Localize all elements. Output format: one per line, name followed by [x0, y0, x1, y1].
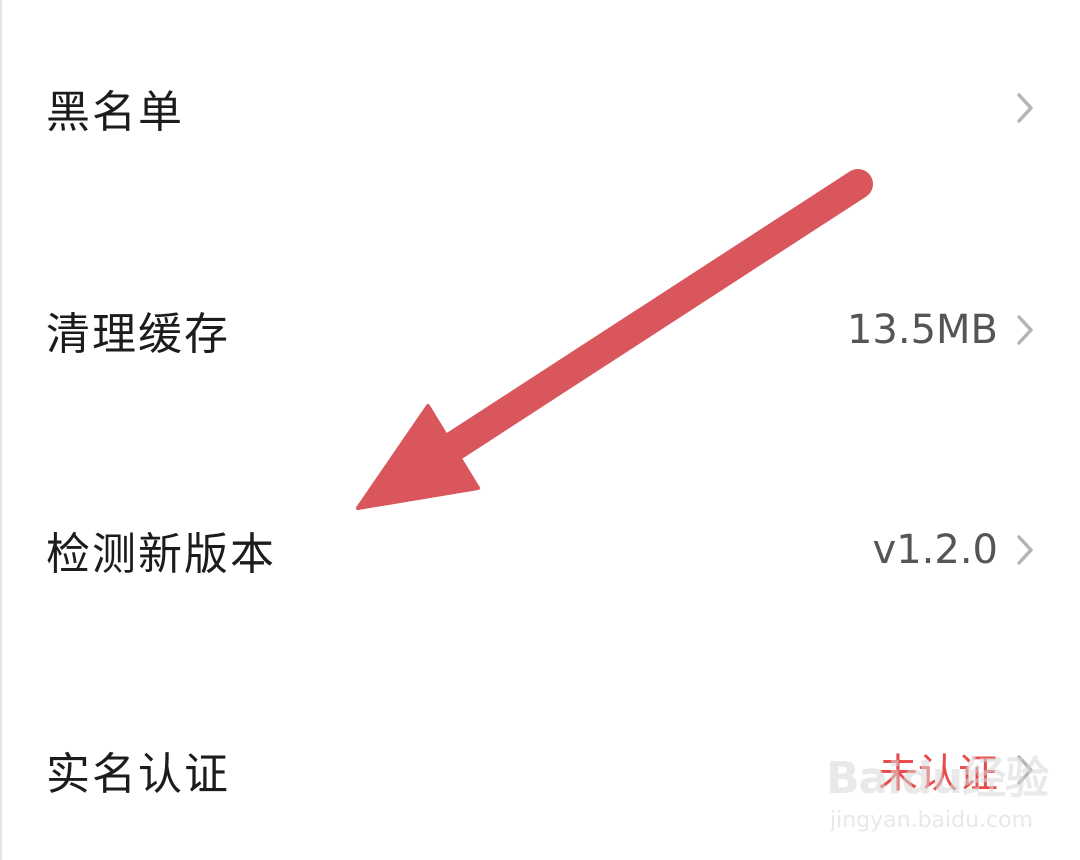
- version-value: v1.2.0: [872, 527, 998, 573]
- settings-screen: 黑名单 清理缓存 13.5MB 检测新版本 v1.2.0 实名认证 未认证 Ba…: [0, 0, 1080, 860]
- settings-item-clear-cache[interactable]: 清理缓存 13.5MB: [0, 280, 1080, 380]
- watermark-url: jingyan.baidu.com: [830, 808, 1034, 833]
- watermark-logo: Baidu经验: [826, 753, 1049, 804]
- chevron-right-icon: [1017, 535, 1033, 565]
- settings-item-label: 检测新版本: [46, 529, 276, 580]
- cache-size-value: 13.5MB: [846, 307, 998, 353]
- settings-item-label: 黑名单: [46, 87, 184, 138]
- settings-item-blacklist[interactable]: 黑名单: [0, 58, 1080, 158]
- settings-item-check-version[interactable]: 检测新版本 v1.2.0: [0, 500, 1080, 600]
- chevron-right-icon: [1017, 315, 1033, 345]
- chevron-right-icon: [1017, 93, 1033, 123]
- settings-item-label: 清理缓存: [46, 309, 230, 360]
- settings-item-label: 实名认证: [46, 749, 230, 800]
- baidu-jingyan-watermark: Baidu经验 jingyan.baidu.com: [826, 742, 1049, 842]
